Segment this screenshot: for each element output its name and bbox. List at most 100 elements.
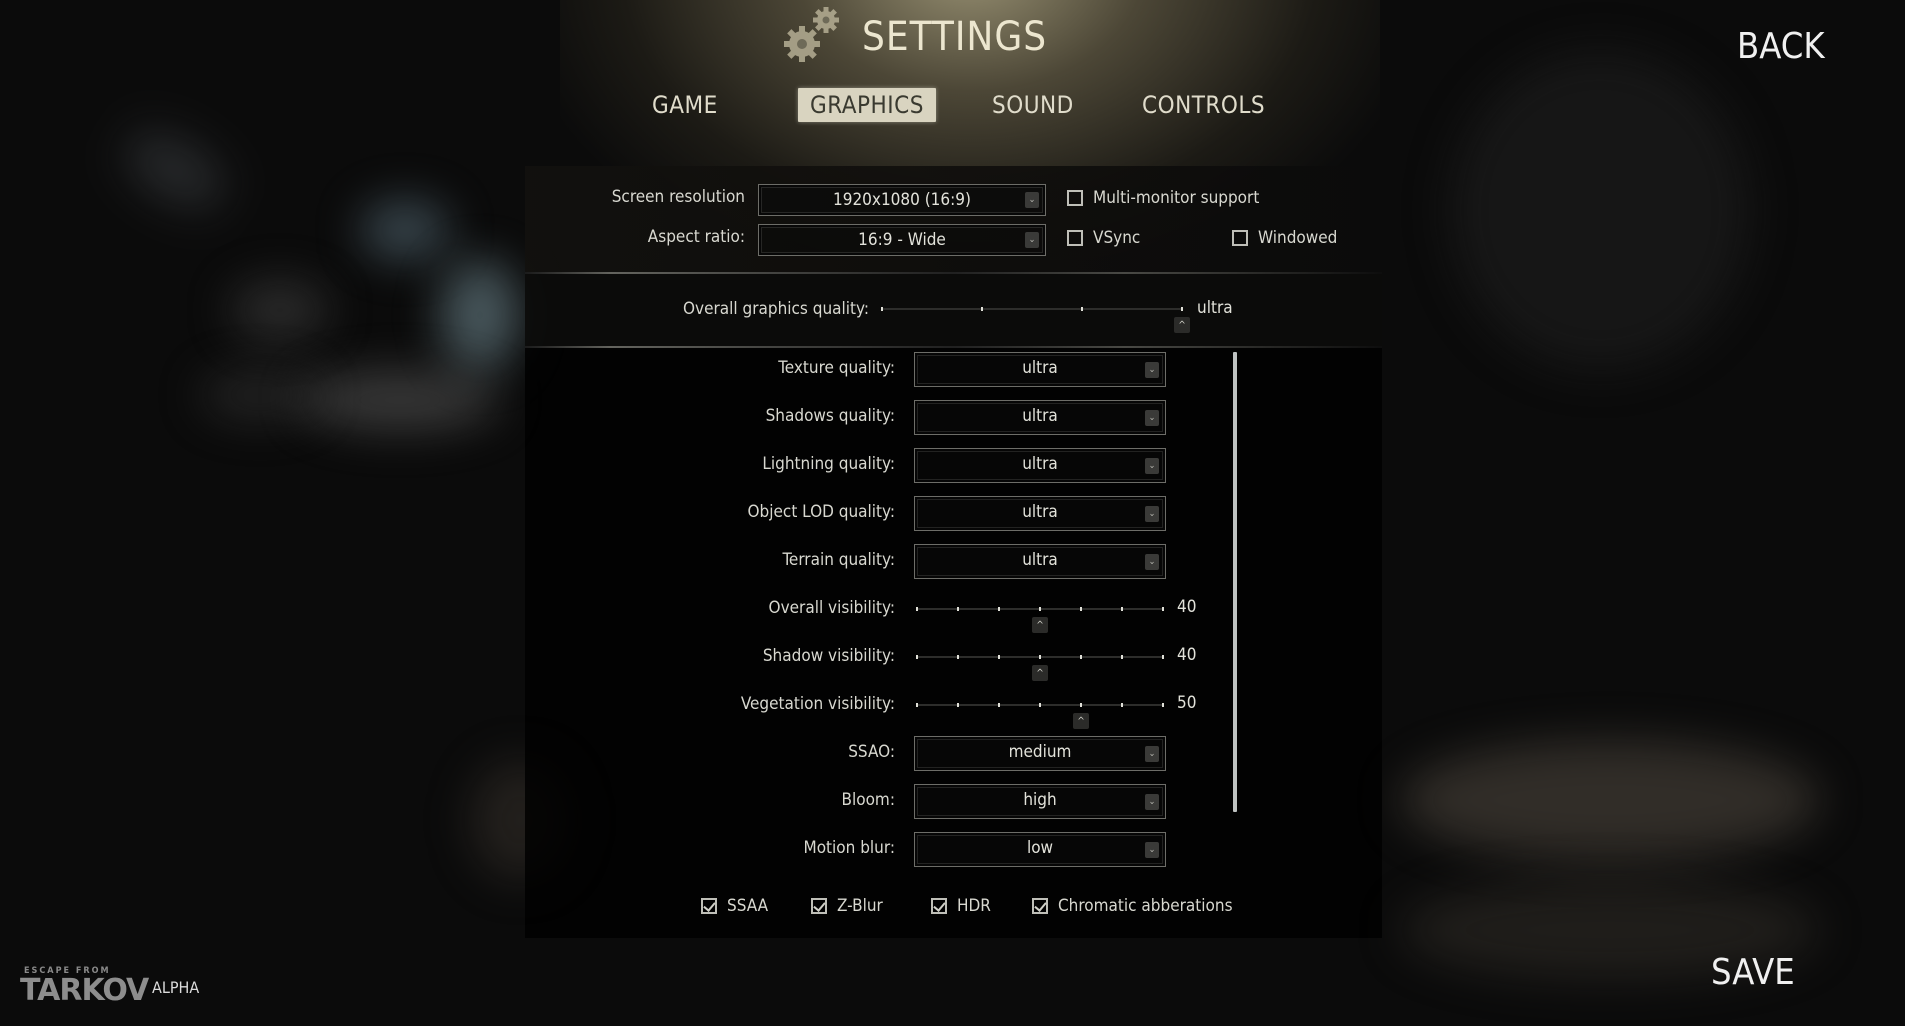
vegetation-visibility-slider[interactable]: ^ bbox=[916, 695, 1164, 729]
chromatic-abberations-checkbox[interactable]: Chromatic abberations bbox=[1032, 896, 1233, 916]
setting-label: Shadow visibility: bbox=[762, 646, 895, 666]
gears-icon bbox=[784, 7, 839, 62]
aspect-ratio-dropdown[interactable]: 16:9 - Wide ⌄ bbox=[758, 224, 1046, 256]
page-title: SETTINGS bbox=[862, 14, 1048, 60]
chevron-down-icon: ⌄ bbox=[1025, 232, 1039, 248]
slider-tick bbox=[981, 307, 983, 311]
slider-thumb[interactable]: ^ bbox=[1032, 617, 1048, 633]
slider-tick bbox=[1162, 703, 1164, 707]
dropdown-value: ultra bbox=[1022, 550, 1058, 570]
overall-quality-section: Overall graphics quality: ^ ultra bbox=[525, 274, 1382, 346]
logo-title: TARKOV bbox=[20, 973, 149, 1008]
slider-thumb[interactable]: ^ bbox=[1073, 713, 1089, 729]
ssaa-checkbox[interactable]: SSAA bbox=[701, 896, 768, 916]
dropdown-value: ultra bbox=[1022, 406, 1058, 426]
save-button[interactable]: SAVE bbox=[1711, 952, 1795, 993]
screen-resolution-label: Screen resolution bbox=[611, 187, 745, 207]
aspect-ratio-label: Aspect ratio: bbox=[647, 227, 745, 247]
display-section: Screen resolution 1920x1080 (16:9) ⌄ Asp… bbox=[525, 166, 1382, 272]
checkbox-label: HDR bbox=[957, 896, 991, 916]
slider-tick bbox=[1080, 655, 1082, 659]
background-blur bbox=[440, 260, 520, 370]
checkmark-icon bbox=[811, 898, 827, 914]
chevron-down-icon: ⌄ bbox=[1145, 457, 1159, 474]
slider-tick bbox=[881, 307, 883, 311]
settings-list: Texture quality: ultra ⌄ Shadows quality: ul… bbox=[525, 348, 1382, 876]
slider-tick bbox=[916, 703, 918, 707]
tab-graphics[interactable]: GRAPHICS bbox=[798, 88, 936, 122]
slider-thumb[interactable]: ^ bbox=[1174, 317, 1190, 333]
slider-tick bbox=[957, 655, 959, 659]
slider-tick bbox=[1039, 655, 1041, 659]
vegetation-visibility-value: 50 bbox=[1177, 693, 1197, 713]
hdr-checkbox[interactable]: HDR bbox=[931, 896, 991, 916]
vsync-checkbox[interactable]: VSync bbox=[1067, 228, 1140, 248]
slider-tick bbox=[1181, 307, 1183, 311]
overall-quality-value: ultra bbox=[1197, 298, 1233, 318]
background-blur bbox=[1400, 740, 1820, 860]
settings-tabs: GAME GRAPHICS SOUND CONTROLS bbox=[0, 88, 1905, 124]
overall-quality-slider[interactable]: ^ bbox=[881, 299, 1190, 333]
chevron-down-icon: ⌄ bbox=[1145, 409, 1159, 426]
object-lod-quality-dropdown[interactable]: ultra ⌄ bbox=[914, 496, 1166, 531]
overall-visibility-value: 40 bbox=[1177, 597, 1197, 617]
setting-label: Vegetation visibility: bbox=[740, 694, 895, 714]
background-blur bbox=[200, 370, 320, 420]
shadows-quality-dropdown[interactable]: ultra ⌄ bbox=[914, 400, 1166, 435]
slider-tick bbox=[957, 607, 959, 611]
lightning-quality-dropdown[interactable]: ultra ⌄ bbox=[914, 448, 1166, 483]
dropdown-value: ultra bbox=[1022, 502, 1058, 522]
checkbox-label: Multi-monitor support bbox=[1093, 188, 1260, 208]
slider-tick bbox=[1162, 655, 1164, 659]
motion-blur-dropdown[interactable]: low ⌄ bbox=[914, 832, 1166, 867]
screen-resolution-dropdown[interactable]: 1920x1080 (16:9) ⌄ bbox=[758, 184, 1046, 216]
chevron-down-icon: ⌄ bbox=[1145, 505, 1159, 522]
back-button[interactable]: BACK bbox=[1737, 26, 1825, 67]
tab-game[interactable]: GAME bbox=[652, 88, 718, 122]
slider-tick bbox=[998, 655, 1000, 659]
overall-visibility-slider[interactable]: ^ bbox=[916, 599, 1164, 633]
texture-quality-dropdown[interactable]: ultra ⌄ bbox=[914, 352, 1166, 387]
dropdown-value: medium bbox=[1008, 742, 1072, 762]
scrollbar[interactable] bbox=[1233, 352, 1237, 812]
background-blur bbox=[360, 200, 450, 260]
slider-thumb[interactable]: ^ bbox=[1032, 665, 1048, 681]
multi-monitor-checkbox[interactable]: Multi-monitor support bbox=[1067, 188, 1259, 208]
checkmark-icon bbox=[931, 898, 947, 914]
terrain-quality-dropdown[interactable]: ultra ⌄ bbox=[914, 544, 1166, 579]
background-blur bbox=[300, 370, 500, 430]
checkbox-label: Chromatic abberations bbox=[1058, 896, 1233, 916]
checkbox-label: VSync bbox=[1093, 228, 1141, 248]
z-blur-checkbox[interactable]: Z-Blur bbox=[811, 896, 883, 916]
checkbox-label: Windowed bbox=[1258, 228, 1338, 248]
setting-label: SSAO: bbox=[848, 742, 895, 762]
dropdown-value: low bbox=[1026, 838, 1054, 858]
shadow-visibility-value: 40 bbox=[1177, 645, 1197, 665]
chevron-down-icon: ⌄ bbox=[1145, 745, 1159, 762]
bloom-dropdown[interactable]: high ⌄ bbox=[914, 784, 1166, 819]
slider-tick bbox=[916, 607, 918, 611]
checkbox-box bbox=[1067, 230, 1083, 246]
windowed-checkbox[interactable]: Windowed bbox=[1232, 228, 1337, 248]
slider-tick bbox=[916, 655, 918, 659]
checkbox-label: SSAA bbox=[727, 896, 769, 916]
checkbox-box bbox=[1232, 230, 1248, 246]
slider-tick bbox=[1162, 607, 1164, 611]
chevron-down-icon: ⌄ bbox=[1145, 553, 1159, 570]
checkbox-label: Z-Blur bbox=[837, 896, 883, 916]
dropdown-value: high bbox=[1023, 790, 1057, 810]
tab-controls[interactable]: CONTROLS bbox=[1142, 88, 1265, 122]
graphics-settings-panel: Screen resolution 1920x1080 (16:9) ⌄ Asp… bbox=[525, 166, 1382, 938]
setting-label: Terrain quality: bbox=[782, 550, 895, 570]
overall-quality-label: Overall graphics quality: bbox=[682, 299, 869, 319]
slider-tick bbox=[1121, 607, 1123, 611]
tab-sound[interactable]: SOUND bbox=[992, 88, 1074, 122]
setting-label: Lightning quality: bbox=[762, 454, 895, 474]
setting-label: Bloom: bbox=[841, 790, 895, 810]
slider-tick bbox=[1121, 703, 1123, 707]
checkmark-icon bbox=[701, 898, 717, 914]
ssao-dropdown[interactable]: medium ⌄ bbox=[914, 736, 1166, 771]
chevron-down-icon: ⌄ bbox=[1145, 841, 1159, 858]
shadow-visibility-slider[interactable]: ^ bbox=[916, 647, 1164, 681]
slider-track bbox=[882, 308, 1182, 310]
